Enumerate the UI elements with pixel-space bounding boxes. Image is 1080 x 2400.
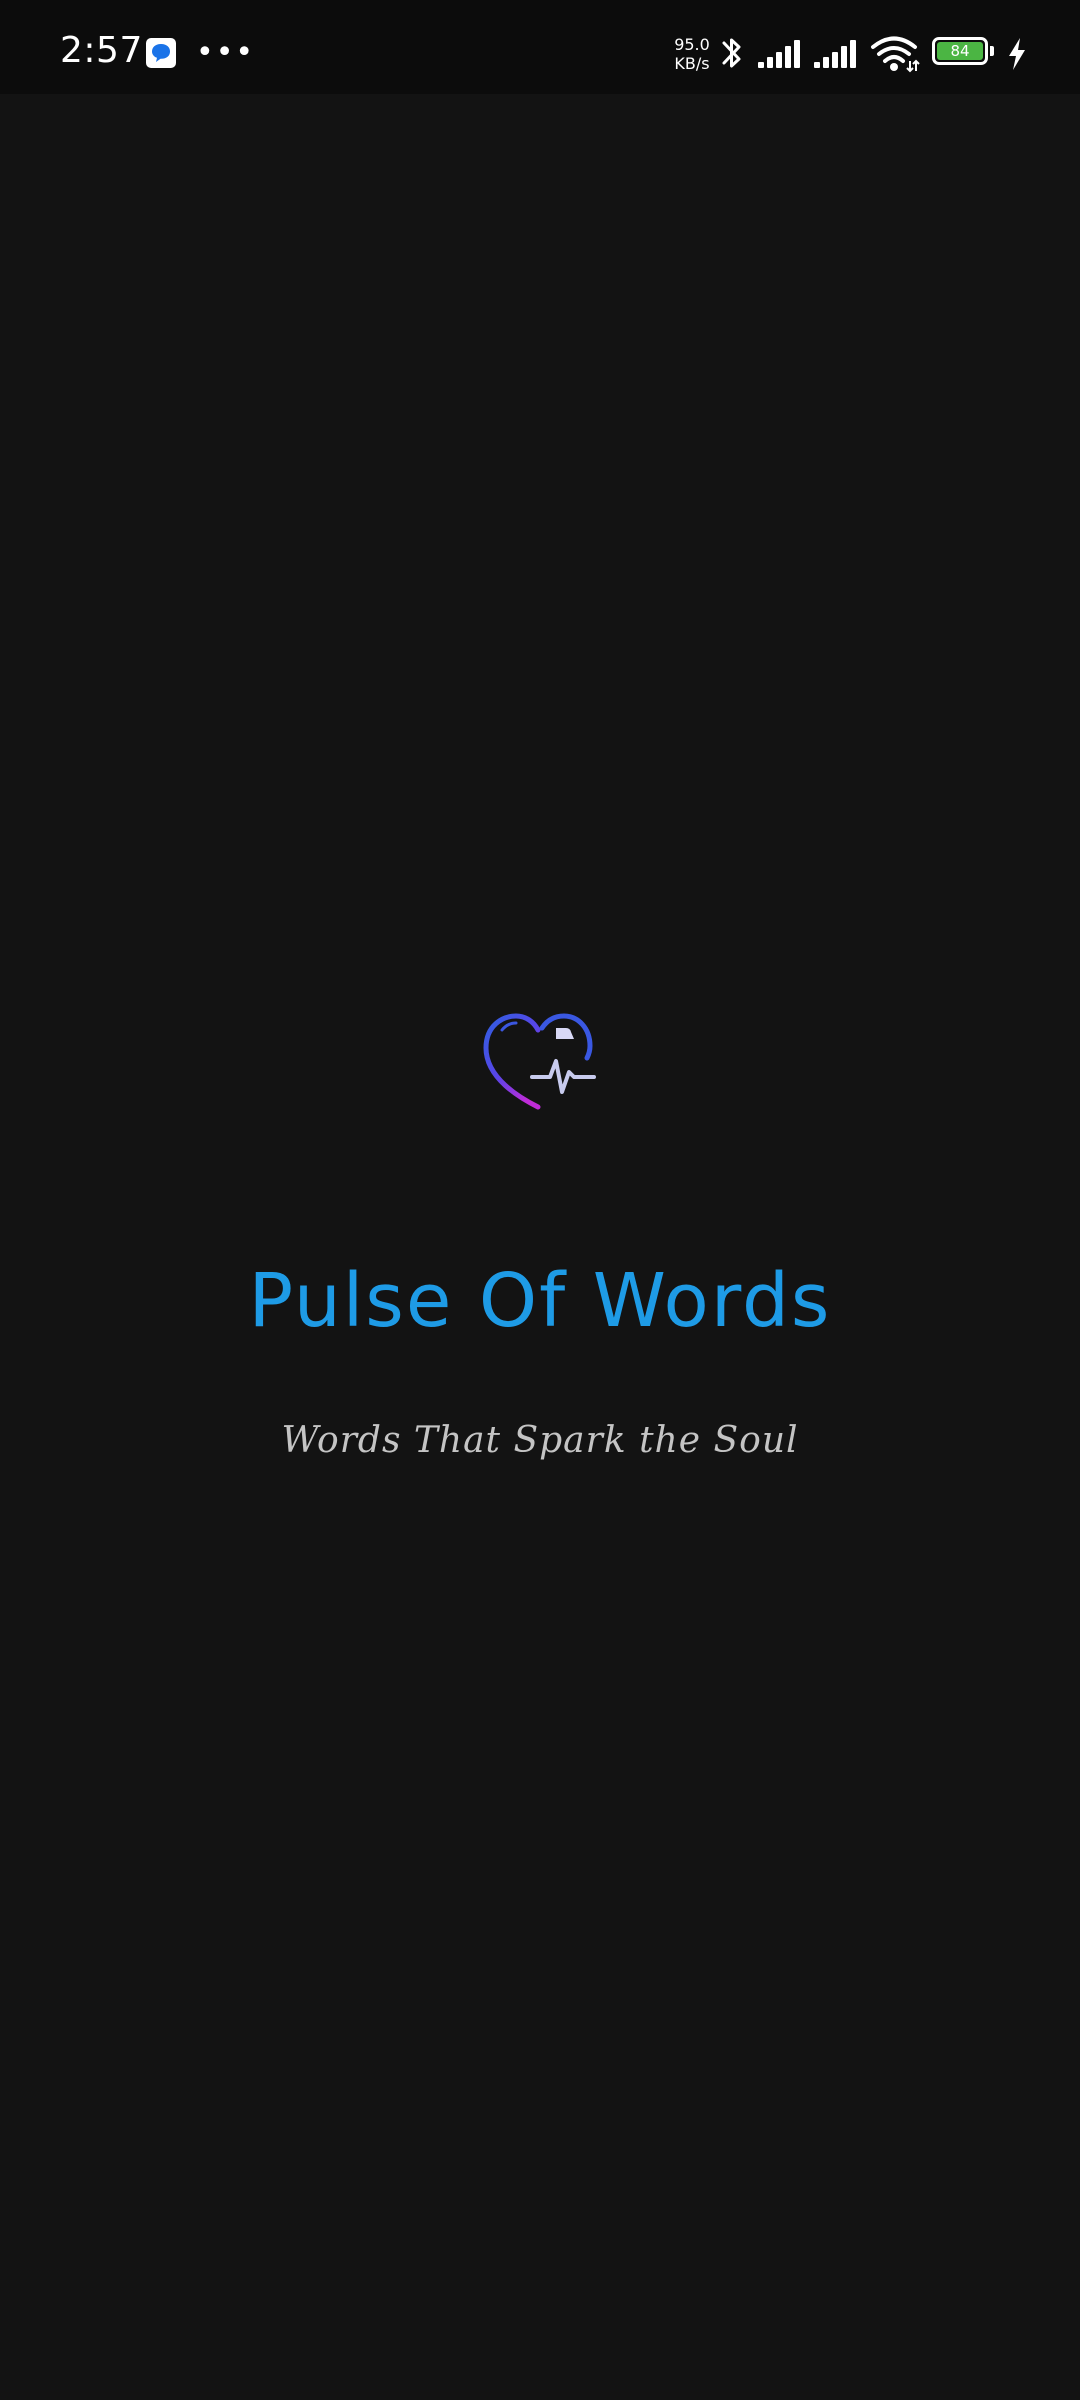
more-notifications-icon: ••• <box>196 35 256 70</box>
status-bar: 2:57 ••• 95.0 KB/s 84 <box>0 0 1080 94</box>
charging-icon <box>1009 38 1025 70</box>
heart-pulse-logo-icon <box>483 1013 596 1110</box>
network-speed-value: 95.0 <box>674 35 710 54</box>
signal-icon <box>814 40 856 68</box>
battery-icon: 84 <box>932 37 996 69</box>
bluetooth-icon <box>722 38 741 68</box>
battery-tip <box>990 46 994 56</box>
network-speed-unit: KB/s <box>674 54 710 73</box>
network-speed: 95.0 KB/s <box>668 35 716 73</box>
messages-icon <box>146 38 176 68</box>
battery-level: 84 <box>950 42 970 60</box>
wifi-icon <box>871 36 920 73</box>
signal-icon <box>758 40 800 68</box>
app-tagline: Words That Spark the Soul <box>281 1420 799 1461</box>
status-time: 2:57 <box>60 30 143 71</box>
app-title: Pulse Of Words <box>248 1258 832 1344</box>
